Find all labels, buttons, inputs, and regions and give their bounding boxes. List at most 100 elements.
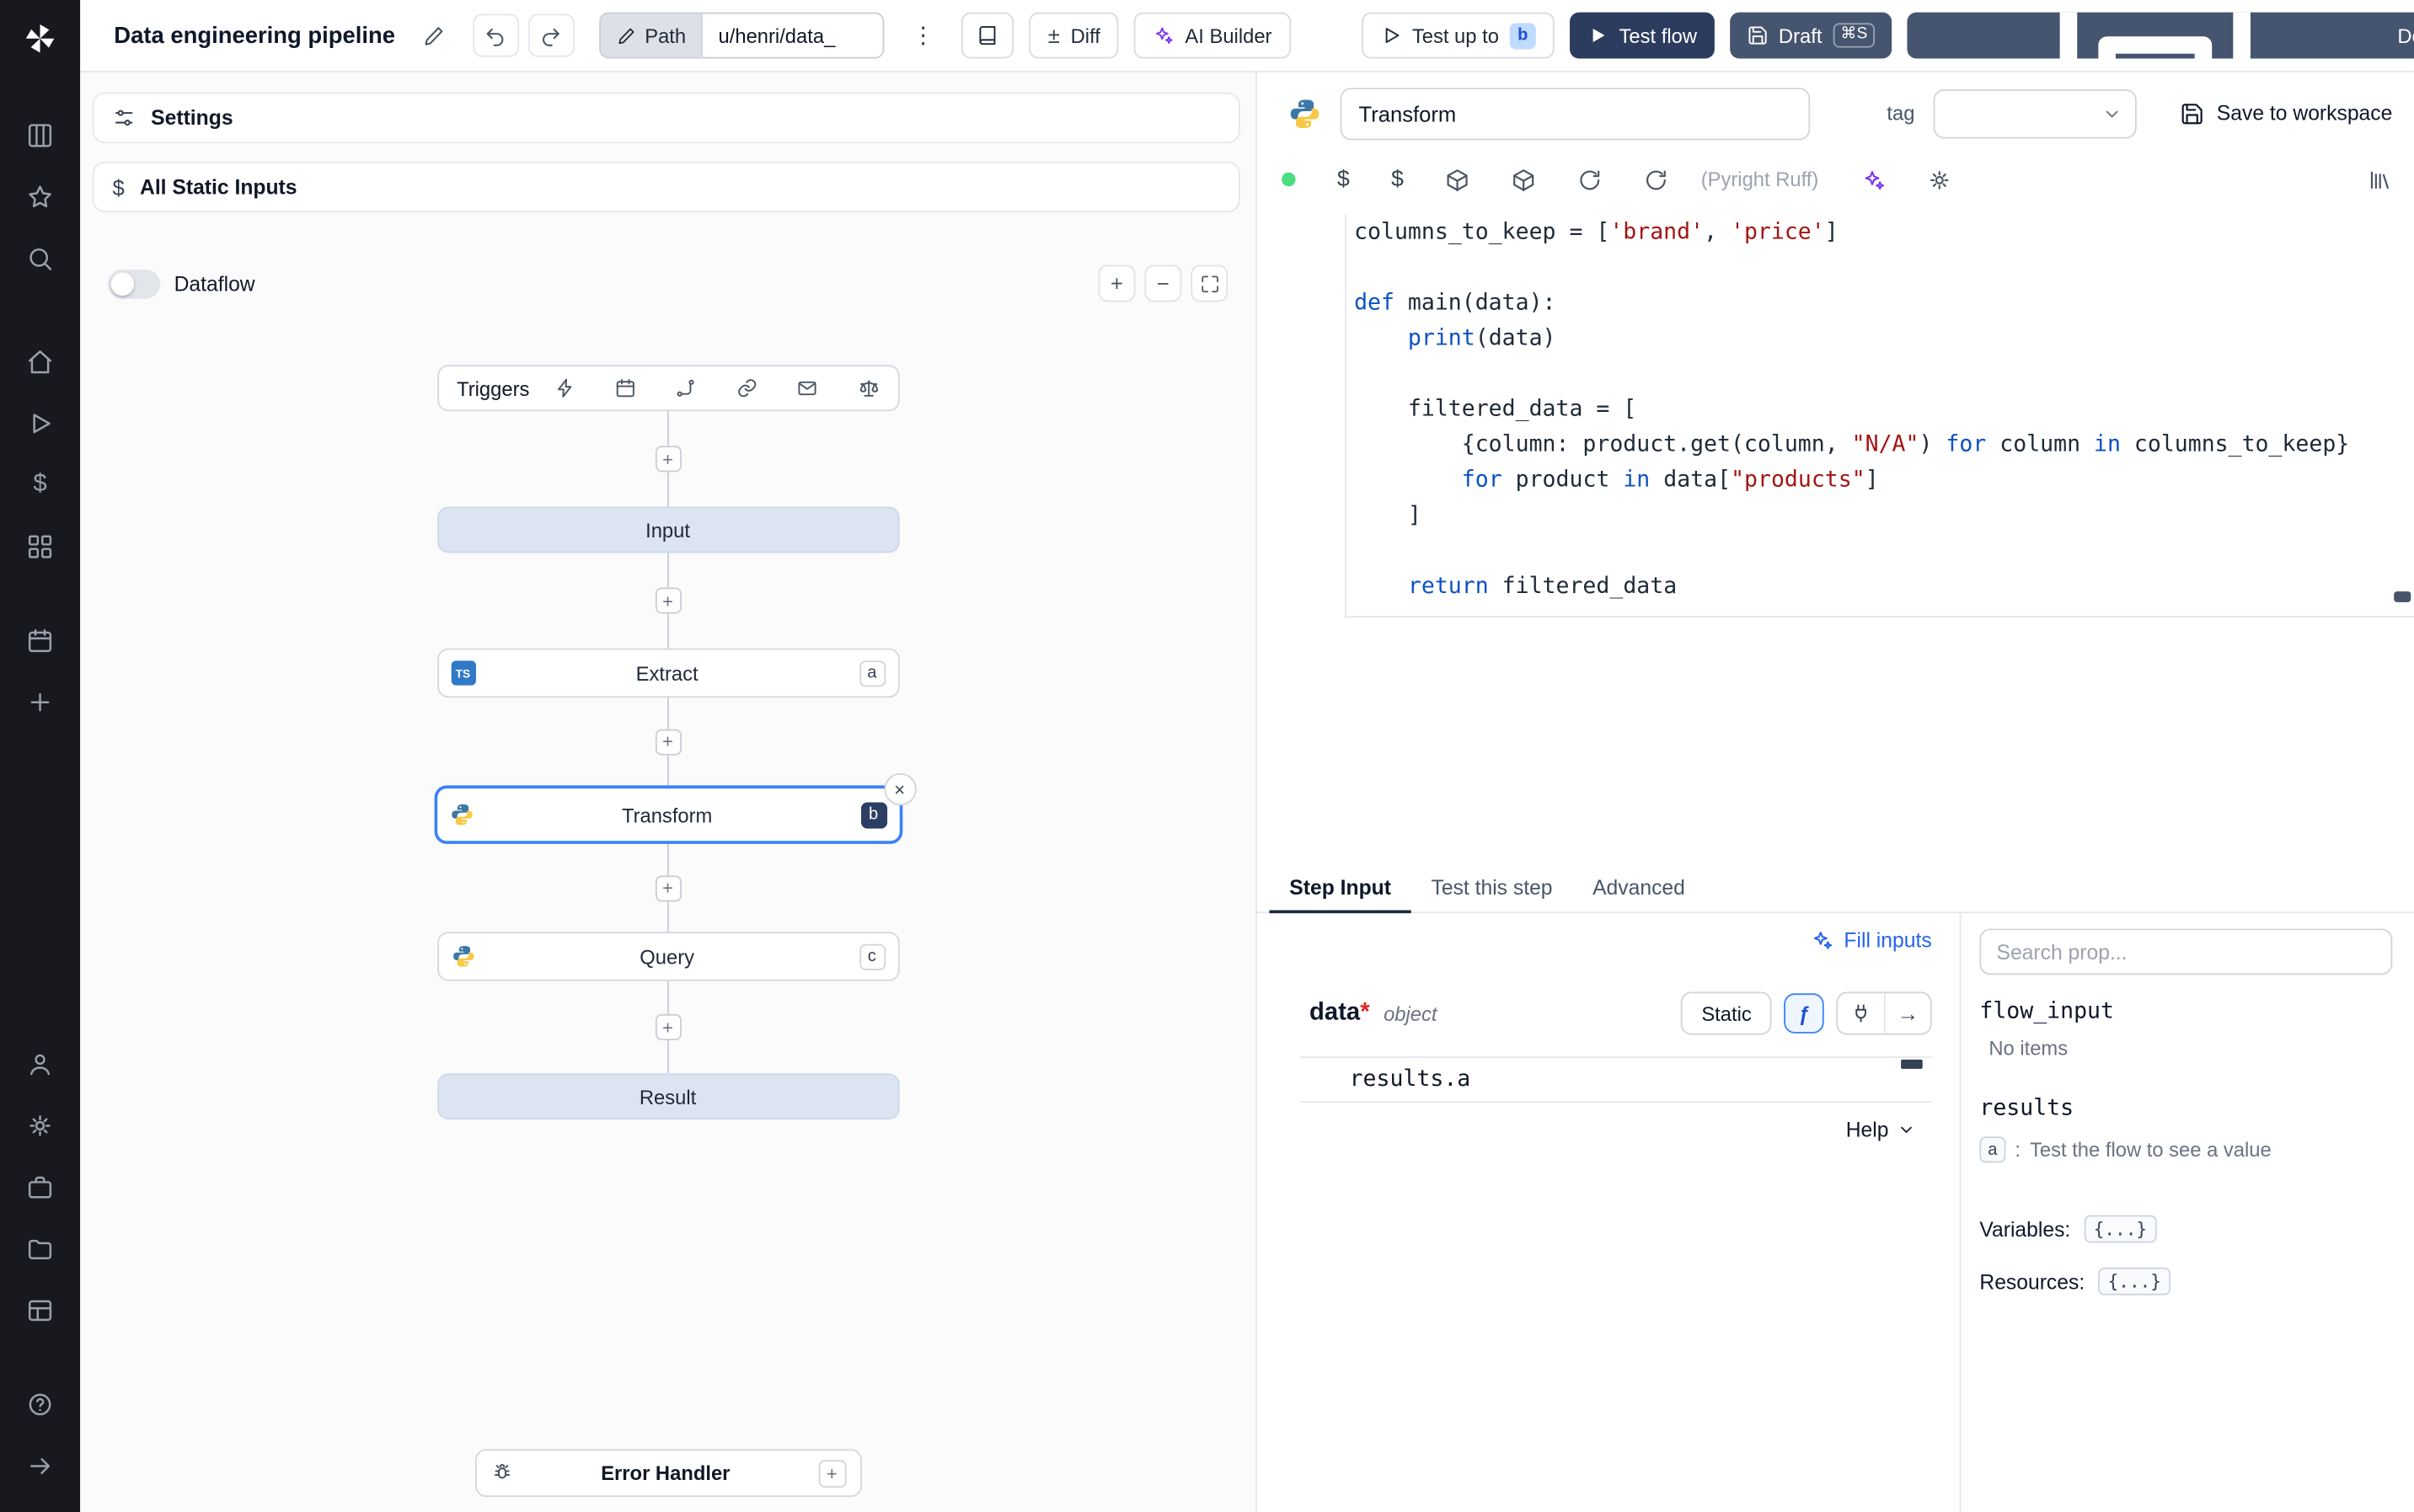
undo-button[interactable] [472, 13, 519, 57]
flow-input-section[interactable]: flow_input [1979, 1000, 2392, 1024]
add-step-button[interactable]: + [655, 1013, 682, 1041]
flow-graph: Triggers + Input + TS Extract a + Transf… [433, 365, 916, 1120]
step-name-input[interactable] [1340, 87, 1811, 140]
search-prop-input[interactable] [1979, 928, 2393, 975]
edge-connector: + [434, 697, 902, 785]
add-step-button[interactable]: + [655, 587, 682, 614]
draft-button[interactable]: Draft ⌘S [1729, 12, 1892, 59]
sidebar-item-apps[interactable] [13, 524, 68, 570]
extract-node[interactable]: TS Extract a [436, 648, 899, 698]
fit-view-button[interactable] [1191, 264, 1228, 302]
triggers-node[interactable]: Triggers [436, 365, 899, 412]
webhook-icon[interactable] [554, 377, 576, 399]
search-icon[interactable] [13, 236, 68, 282]
zoom-in-button[interactable]: + [1098, 264, 1136, 302]
ai-builder-button[interactable]: AI Builder [1134, 12, 1291, 59]
edit-title-button[interactable] [410, 13, 458, 57]
help-icon[interactable] [13, 1381, 68, 1428]
plug-icon[interactable] [1838, 993, 1884, 1034]
schedule-icon[interactable] [615, 377, 637, 399]
path-control[interactable]: Path u/henri/data_ [598, 12, 885, 59]
fill-inputs-button[interactable]: Fill inputs [1810, 928, 1932, 952]
query-node[interactable]: Query c [436, 932, 899, 981]
resources-chip[interactable]: {...} [2098, 1267, 2170, 1296]
cache-button[interactable]: $ [1337, 167, 1350, 191]
test-up-to-button[interactable]: Test up to b [1361, 12, 1555, 59]
all-static-inputs-card[interactable]: $ All Static Inputs [92, 161, 1240, 213]
reload-alt-button[interactable] [1644, 167, 1668, 191]
code-editor[interactable]: columns_to_keep = ['brand', 'price'] def… [1257, 205, 2414, 863]
reload-button[interactable] [1577, 167, 1602, 191]
variables-chip[interactable]: {...} [2084, 1215, 2156, 1243]
sidebar-item-resources[interactable] [13, 1287, 68, 1333]
sidebar-item-favorites[interactable] [13, 174, 68, 221]
zoom-out-button[interactable]: − [1144, 264, 1182, 302]
test-flow-button[interactable]: Test flow [1570, 12, 1715, 59]
dataflow-toggle[interactable]: Dataflow [107, 269, 255, 299]
package-button[interactable] [1445, 167, 1469, 191]
plus-minus-icon: ± [1047, 23, 1060, 48]
expression-input[interactable]: results.a [1300, 1056, 1932, 1103]
websocket-icon[interactable] [736, 377, 758, 399]
route-icon[interactable] [676, 377, 698, 399]
scale-icon[interactable] [857, 377, 879, 399]
sidebar-item-runs-play[interactable] [13, 400, 68, 446]
static-mode-button[interactable]: Static [1681, 991, 1772, 1035]
draft-shortcut: ⌘S [1833, 23, 1876, 48]
library-panel-button[interactable] [2368, 167, 2392, 191]
collapse-sidebar-icon[interactable] [13, 1443, 68, 1489]
diff-button[interactable]: ± Diff [1029, 12, 1119, 59]
editor-scrollbar[interactable] [2394, 591, 2411, 602]
save-icon [1747, 24, 1769, 46]
input-node[interactable]: Input [436, 506, 899, 553]
result-node[interactable]: Result [436, 1073, 899, 1120]
email-icon[interactable] [796, 377, 818, 399]
sidebar-item-home[interactable] [13, 339, 68, 385]
sidebar-item-workers[interactable] [13, 1164, 68, 1210]
sidebar-item-variables[interactable]: $ [13, 462, 68, 508]
save-to-workspace-button[interactable]: Save to workspace [2180, 101, 2392, 126]
add-step-button[interactable]: + [655, 874, 682, 901]
flow-panel: Settings $ All Static Inputs Dataflow + −… [80, 72, 1256, 1512]
variables-label: Variables: [1979, 1217, 2071, 1241]
tab-advanced[interactable]: Advanced [1572, 863, 1705, 912]
results-section[interactable]: results [1979, 1097, 2392, 1121]
result-key-badge[interactable]: a [1979, 1136, 2006, 1163]
sidebar-item-settings[interactable] [13, 1103, 68, 1149]
windmill-logo-icon[interactable] [13, 15, 66, 61]
sidebar-item-create[interactable] [13, 679, 68, 725]
add-error-handler-button[interactable]: + [817, 1459, 846, 1488]
sidebar-item-folders[interactable] [13, 1226, 68, 1272]
props-panel: flow_input No items results a : Test the… [1961, 913, 2414, 1512]
result-item[interactable]: a : Test the flow to see a value [1979, 1136, 2392, 1163]
minus-icon: − [1156, 270, 1170, 297]
editor-settings-button[interactable] [1926, 167, 1951, 191]
extract-node-label: Extract [635, 661, 699, 685]
flow-settings-card[interactable]: Settings [92, 92, 1240, 144]
transform-node-selected[interactable]: Transform b × [433, 772, 916, 844]
error-handler-node[interactable]: Error Handler + [474, 1449, 862, 1498]
more-menu-button[interactable]: ⋮ [900, 13, 947, 57]
ai-assist-button[interactable] [1860, 167, 1885, 191]
javascript-mode-button[interactable]: ƒ [1784, 993, 1824, 1034]
package-alt-button[interactable] [1512, 167, 1536, 191]
python-icon [1287, 96, 1321, 130]
code-content[interactable]: columns_to_keep = ['brand', 'price'] def… [1345, 214, 2414, 618]
sidebar-item-schedules[interactable] [13, 617, 68, 664]
deploy-button[interactable]: Deploy [1908, 13, 2414, 59]
field-row: data * object Static ƒ → [1287, 991, 1932, 1035]
tab-step-input[interactable]: Step Input [1269, 863, 1411, 914]
arrow-right-icon[interactable]: → [1884, 993, 1930, 1034]
remove-step-button[interactable]: × [883, 772, 916, 806]
add-step-button[interactable]: + [655, 446, 682, 473]
sidebar-item-users[interactable] [13, 1041, 68, 1087]
redo-button[interactable] [527, 13, 575, 57]
sidebar-item-runs[interactable] [13, 112, 68, 158]
docs-button[interactable] [961, 12, 1014, 59]
add-step-button[interactable]: + [655, 728, 682, 755]
tab-test-this-step[interactable]: Test this step [1411, 863, 1573, 912]
concurrency-button[interactable]: $ [1391, 167, 1404, 191]
help-button[interactable]: Help [1846, 1118, 1917, 1141]
tag-select[interactable] [1933, 88, 2137, 138]
